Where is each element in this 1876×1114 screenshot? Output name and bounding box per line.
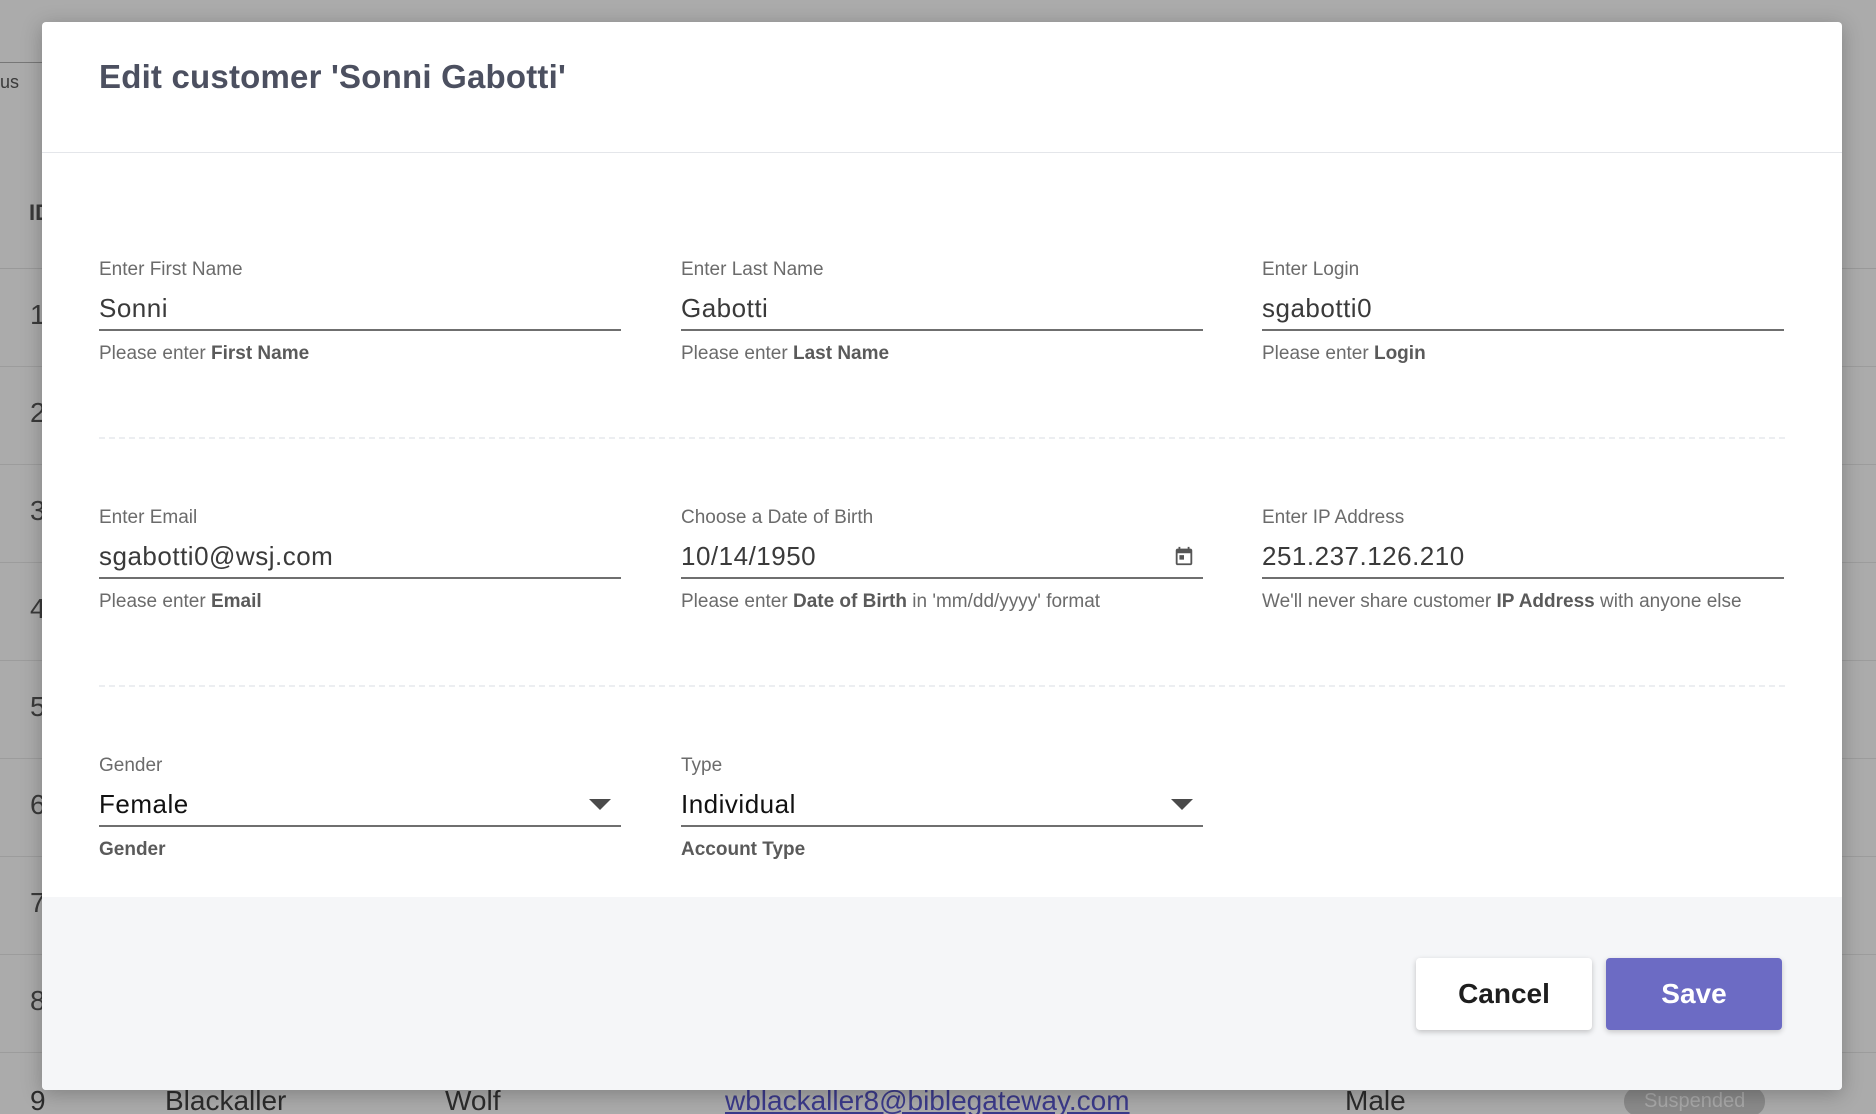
last-name-input[interactable]: Gabotti	[681, 287, 1203, 331]
ip-address-help: We'll never share customer IP Address wi…	[1262, 591, 1742, 612]
gender-field: Gender Female Gender	[99, 755, 621, 861]
chevron-down-icon[interactable]	[1171, 799, 1193, 810]
first-name-input[interactable]: Sonni	[99, 287, 621, 331]
modal-body: Enter First Name Sonni Please enter Firs…	[42, 153, 1842, 897]
dob-value: 10/14/1950	[681, 541, 817, 571]
type-field: Type Individual Account Type	[681, 755, 1203, 861]
background-divider	[0, 62, 44, 63]
email-input[interactable]: sgabotti0@wsj.com	[99, 535, 621, 579]
dob-help: Please enter Date of Birth in 'mm/dd/yyy…	[681, 591, 1101, 612]
ip-address-field: Enter IP Address 251.237.126.210 We'll n…	[1262, 507, 1784, 613]
type-label: Type	[681, 755, 723, 776]
modal-footer: Cancel Save	[42, 897, 1842, 1090]
calendar-icon[interactable]	[1173, 545, 1195, 567]
login-label: Enter Login	[1262, 259, 1360, 280]
login-input[interactable]: sgabotti0	[1262, 287, 1784, 331]
modal-title: Edit customer 'Sonni Gabotti'	[99, 58, 567, 95]
last-name-field: Enter Last Name Gabotti Please enter Las…	[681, 259, 1203, 365]
background-status-header: us	[0, 72, 20, 92]
gender-select[interactable]: Female	[99, 783, 621, 827]
dob-label: Choose a Date of Birth	[681, 507, 874, 528]
first-name-label: Enter First Name	[99, 259, 243, 280]
ip-address-label: Enter IP Address	[1262, 507, 1405, 528]
dob-field: Choose a Date of Birth 10/14/1950 Please…	[681, 507, 1203, 613]
modal-header: Edit customer 'Sonni Gabotti'	[42, 22, 1842, 153]
chevron-down-icon[interactable]	[589, 799, 611, 810]
first-name-field: Enter First Name Sonni Please enter Firs…	[99, 259, 621, 365]
type-value: Individual	[681, 789, 796, 819]
login-help: Please enter Login	[1262, 343, 1426, 364]
email-field: Enter Email sgabotti0@wsj.com Please ent…	[99, 507, 621, 613]
type-help: Account Type	[681, 839, 806, 860]
dob-input[interactable]: 10/14/1950	[681, 535, 1203, 579]
gender-value: Female	[99, 789, 189, 819]
email-label: Enter Email	[99, 507, 198, 528]
last-name-help: Please enter Last Name	[681, 343, 890, 364]
gender-label: Gender	[99, 755, 163, 776]
first-name-help: Please enter First Name	[99, 343, 310, 364]
email-help: Please enter Email	[99, 591, 262, 612]
save-button[interactable]: Save	[1606, 958, 1782, 1030]
gender-help: Gender	[99, 839, 166, 860]
section-divider	[99, 685, 1785, 687]
ip-address-input[interactable]: 251.237.126.210	[1262, 535, 1784, 579]
type-select[interactable]: Individual	[681, 783, 1203, 827]
status-badge: Suspended	[1624, 1087, 1766, 1114]
section-divider	[99, 437, 1785, 439]
cancel-button[interactable]: Cancel	[1416, 958, 1592, 1030]
login-field: Enter Login sgabotti0 Please enter Login	[1262, 259, 1784, 365]
last-name-label: Enter Last Name	[681, 259, 824, 280]
edit-customer-modal: Edit customer 'Sonni Gabotti' Enter Firs…	[42, 22, 1842, 1090]
